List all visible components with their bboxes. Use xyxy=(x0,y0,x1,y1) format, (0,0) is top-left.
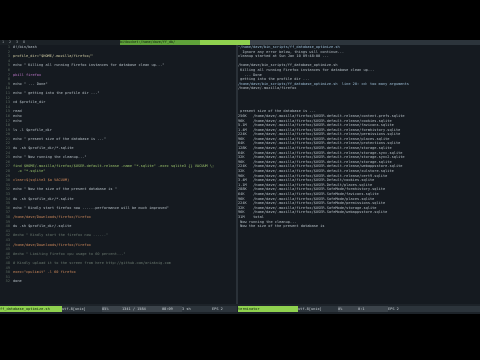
code-text: /home/dave/Downloads/firefox/firefox xyxy=(13,242,91,247)
status-line: ff_database_optimize.sh utf-8[unix] 85% 134… xyxy=(0,304,480,314)
code-text: echo " present size of the database is .… xyxy=(13,136,107,141)
code-text: echo " getting into the profile dir ..." xyxy=(13,90,100,95)
code-text: pkill firefox xyxy=(13,72,42,77)
code-text: echo xyxy=(13,118,22,123)
editor-pane[interactable]: 1 #!/bin/bash 2 3 profile_dir="$HOME/.mozill… xyxy=(0,45,236,304)
code-text: #echo " Limiting Firefox cpu usage to 60… xyxy=(13,251,126,256)
code-text: echo xyxy=(13,113,22,118)
code-text: cd $profile_dir xyxy=(13,100,46,105)
code-text: echo " Now running the cleanup..." xyxy=(13,155,87,160)
code-text: echo " Now the size of the present datab… xyxy=(13,187,117,192)
code-text: #echo " Kindly start the firefox now ...… xyxy=(13,233,109,238)
bar-segment: 0:1 xyxy=(358,306,388,312)
code-line[interactable]: 52 done xyxy=(0,279,236,284)
bar-segment: utf-8[unix] xyxy=(298,306,338,312)
code-text: #!/bin/bash xyxy=(13,45,37,49)
code-text: read xyxy=(13,109,22,114)
bar-segment: EPS 2 xyxy=(212,306,237,312)
terminal-screen: 1 2 3 8 bitbucket:/home/dave/ff_db/ 1 #!/bin/… xyxy=(0,40,480,314)
terminal-output-pane[interactable]: ~/home/dave/bin_scripts/ff_database_opti… xyxy=(238,45,480,304)
code-text: du -sh $profile_dir/.sqlite xyxy=(13,224,72,229)
bar-segment: 0% xyxy=(338,306,358,312)
code-text: # Kindly upload it to the screen from he… xyxy=(13,260,171,265)
code-text: exec="cpulimit" -l 60 firefox xyxy=(13,270,76,275)
code-text: /home/dave/Downloads/firefox/firefox xyxy=(13,214,91,219)
code-text: du -sh $profile_dir/*.sqlite xyxy=(13,196,74,201)
code-text: du -sh $profile_dir/*.sqlite xyxy=(13,146,74,151)
terminal-line: Now the size of the present database is xyxy=(238,224,325,229)
bar-segment: EPS 2 xyxy=(388,306,480,312)
code-text: done xyxy=(13,279,22,284)
line-number: 52 xyxy=(5,279,10,284)
code-text: find $HOME/.mozilla/firefox/$USER.defaul… xyxy=(13,164,215,169)
bar-segment: utf-8[unix] xyxy=(62,306,102,312)
code-text: echo " Killing all running Firefox insta… xyxy=(13,63,165,68)
code-text: ls -l $profile_dir xyxy=(13,127,52,132)
bar-segment: terminator xyxy=(238,306,298,312)
bar-segment: ff_database_optimize.sh xyxy=(0,306,62,312)
code-text: echo " Kindly start firefox now ......pe… xyxy=(13,205,169,210)
code-text: -o "*.sqlite" xyxy=(13,169,46,174)
bar-segment: 3 sh xyxy=(182,306,212,312)
bar-segment: 08:09 xyxy=(162,306,182,312)
code-text: clear=$(sqlite3 $a VACUUM) xyxy=(13,178,70,183)
bar-segment: 1341 / 1584 xyxy=(122,306,162,312)
code-text: echo " ... Done" xyxy=(13,81,48,86)
bar-segment: 85% xyxy=(102,306,122,312)
code-text: profile_dir="$HOME/.mozilla/firefox/" xyxy=(13,54,94,59)
